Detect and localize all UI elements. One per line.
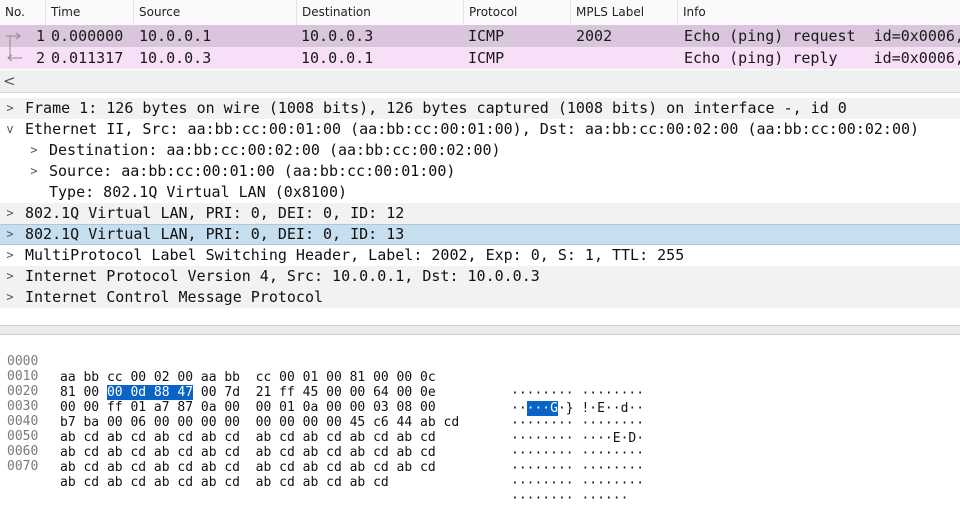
bytes-ascii[interactable]: ········ ····E·D· <box>511 431 644 447</box>
bytes-hex[interactable]: ab cd ab cd ab cd ab cd ab cd ab cd ab c… <box>60 475 389 491</box>
tree-item-vlan-13[interactable]: > 802.1Q Virtual LAN, PRI: 0, DEI: 0, ID… <box>0 224 960 245</box>
selected-bytes-highlight: 00 0d 88 47 <box>106 385 194 400</box>
tree-item-label: Internet Protocol Version 4, Src: 10.0.0… <box>25 267 540 285</box>
bytes-row: 0070 ab cd ab cd ab cd ab cd ab cd ab cd… <box>0 443 628 506</box>
tree-item-ipv4[interactable]: > Internet Protocol Version 4, Src: 10.0… <box>0 266 960 287</box>
bytes-hex[interactable]: ab cd ab cd ab cd ab cd ab cd ab cd ab c… <box>60 445 436 461</box>
bytes-hex[interactable]: 81 00 00 0d 88 47 00 7d 21 ff 45 00 00 6… <box>60 385 436 401</box>
bytes-row: 0060 ab cd ab cd ab cd ab cd ab cd ab cd… <box>0 428 644 491</box>
bytes-ascii[interactable]: ········ ········ <box>511 446 644 462</box>
packet-no: 1 <box>36 27 46 45</box>
bytes-ascii[interactable]: ········ ········ <box>511 476 644 492</box>
tree-item-frame[interactable]: > Frame 1: 126 bytes on wire (1008 bits)… <box>0 98 960 119</box>
tree-item-label: Type: 802.1Q Virtual LAN (0x8100) <box>49 183 348 201</box>
packet-time: 0.000000 <box>51 27 124 45</box>
expand-chevron-icon[interactable]: > <box>4 266 16 287</box>
packet-source: 10.0.0.3 <box>139 49 212 67</box>
bytes-row: 0030 b7 ba 00 06 00 00 00 00 00 00 00 00… <box>0 383 644 446</box>
tree-item-label: Source: aa:bb:cc:00:01:00 (aa:bb:cc:00:0… <box>49 162 456 180</box>
bytes-row: 0020 00 00 ff 01 a7 87 0a 00 00 01 0a 00… <box>0 368 644 431</box>
horizontal-scrollbar[interactable]: < <box>0 70 960 93</box>
packet-row[interactable]: 2 0.011317 10.0.0.3 10.0.0.1 ICMP Echo (… <box>0 47 960 69</box>
column-header-protocol[interactable]: Protocol <box>464 0 571 25</box>
packet-list-header: No. Time Source Destination Protocol MPL… <box>0 0 960 26</box>
selected-ascii-highlight: ···G <box>526 401 558 416</box>
tree-item-eth-destination[interactable]: > Destination: aa:bb:cc:00:02:00 (aa:bb:… <box>0 140 960 161</box>
bytes-hex[interactable]: 00 00 ff 01 a7 87 0a 00 00 01 0a 00 00 0… <box>60 400 436 416</box>
expand-chevron-icon[interactable]: > <box>4 245 16 266</box>
reply-arrow-icon <box>7 47 22 62</box>
packet-info: Echo (ping) reply id=0x0006, <box>684 49 960 67</box>
tree-item-eth-type[interactable]: Type: 802.1Q Virtual LAN (0x8100) <box>0 182 960 203</box>
packet-protocol: ICMP <box>468 49 505 67</box>
column-header-destination[interactable]: Destination <box>297 0 464 25</box>
collapse-chevron-icon[interactable]: v <box>4 119 16 140</box>
column-header-mpls-label[interactable]: MPLS Label <box>571 0 678 25</box>
packet-destination: 10.0.0.1 <box>301 49 374 67</box>
packet-info: Echo (ping) request id=0x0006, <box>684 27 960 45</box>
tree-item-icmp[interactable]: > Internet Control Message Protocol <box>0 287 960 308</box>
bytes-hex[interactable]: b7 ba 00 06 00 00 00 00 00 00 00 00 45 c… <box>60 415 459 431</box>
pane-splitter[interactable] <box>0 325 960 335</box>
bytes-hex[interactable]: aa bb cc 00 02 00 aa bb cc 00 01 00 81 0… <box>60 370 436 386</box>
packet-destination: 10.0.0.3 <box>301 27 374 45</box>
tree-item-label: Destination: aa:bb:cc:00:02:00 (aa:bb:cc… <box>49 141 501 159</box>
bytes-hex[interactable]: ab cd ab cd ab cd ab cd ab cd ab cd ab c… <box>60 430 436 446</box>
packet-list[interactable]: No. Time Source Destination Protocol MPL… <box>0 0 960 70</box>
tree-item-label: Frame 1: 126 bytes on wire (1008 bits), … <box>25 99 847 117</box>
bytes-row: 0000 aa bb cc 00 02 00 aa bb cc 00 01 00… <box>0 338 644 401</box>
column-header-info[interactable]: Info <box>678 0 960 25</box>
scroll-left-icon[interactable]: < <box>3 70 16 92</box>
column-header-time[interactable]: Time <box>46 0 134 25</box>
packet-time: 0.011317 <box>51 49 124 67</box>
expand-chevron-icon[interactable]: > <box>4 225 16 244</box>
expand-chevron-icon[interactable]: > <box>28 140 40 161</box>
tree-item-vlan-12[interactable]: > 802.1Q Virtual LAN, PRI: 0, DEI: 0, ID… <box>0 203 960 224</box>
tree-item-label: MultiProtocol Label Switching Header, La… <box>25 246 685 264</box>
column-header-source[interactable]: Source <box>134 0 297 25</box>
bytes-row: 0010 81 00 00 0d 88 47 00 7d 21 ff 45 00… <box>0 353 644 416</box>
tree-item-eth-source[interactable]: > Source: aa:bb:cc:00:01:00 (aa:bb:cc:00… <box>0 161 960 182</box>
packet-mpls-label: 2002 <box>576 27 613 45</box>
packet-bytes-pane[interactable]: 0000 aa bb cc 00 02 00 aa bb cc 00 01 00… <box>0 338 960 506</box>
packet-source: 10.0.0.1 <box>139 27 212 45</box>
packet-protocol: ICMP <box>468 27 505 45</box>
bytes-ascii[interactable]: ········ ········ <box>511 416 644 432</box>
tree-item-mpls[interactable]: > MultiProtocol Label Switching Header, … <box>0 245 960 266</box>
expand-chevron-icon[interactable]: > <box>4 98 16 119</box>
packet-details-tree[interactable]: > Frame 1: 126 bytes on wire (1008 bits)… <box>0 98 960 322</box>
expand-chevron-icon[interactable]: > <box>4 203 16 224</box>
bytes-ascii[interactable]: ········ ········ <box>511 386 644 402</box>
byte-offset: 0070 <box>7 459 39 474</box>
column-header-no[interactable]: No. <box>0 0 46 25</box>
tree-item-label: Internet Control Message Protocol <box>25 288 324 306</box>
bytes-ascii[interactable]: ·····G·} !·E··d·· <box>511 401 644 417</box>
bytes-ascii[interactable]: ········ ······ <box>511 491 628 507</box>
tree-item-label: Ethernet II, Src: aa:bb:cc:00:01:00 (aa:… <box>25 120 920 138</box>
bytes-row: 0050 ab cd ab cd ab cd ab cd ab cd ab cd… <box>0 413 644 476</box>
tree-item-label: 802.1Q Virtual LAN, PRI: 0, DEI: 0, ID: … <box>25 225 405 243</box>
bytes-hex[interactable]: ab cd ab cd ab cd ab cd ab cd ab cd ab c… <box>60 460 436 476</box>
expand-chevron-icon[interactable]: > <box>4 287 16 308</box>
packet-no: 2 <box>36 49 46 67</box>
bytes-ascii[interactable]: ········ ········ <box>511 461 644 477</box>
tree-item-ethernet[interactable]: v Ethernet II, Src: aa:bb:cc:00:01:00 (a… <box>0 119 960 140</box>
request-arrow-icon <box>6 32 21 47</box>
bytes-row: 0040 ab cd ab cd ab cd ab cd ab cd ab cd… <box>0 398 644 461</box>
expand-chevron-icon[interactable]: > <box>28 161 40 182</box>
tree-item-label: 802.1Q Virtual LAN, PRI: 0, DEI: 0, ID: … <box>25 204 405 222</box>
packet-row[interactable]: 1 0.000000 10.0.0.1 10.0.0.3 ICMP 2002 E… <box>0 25 960 47</box>
